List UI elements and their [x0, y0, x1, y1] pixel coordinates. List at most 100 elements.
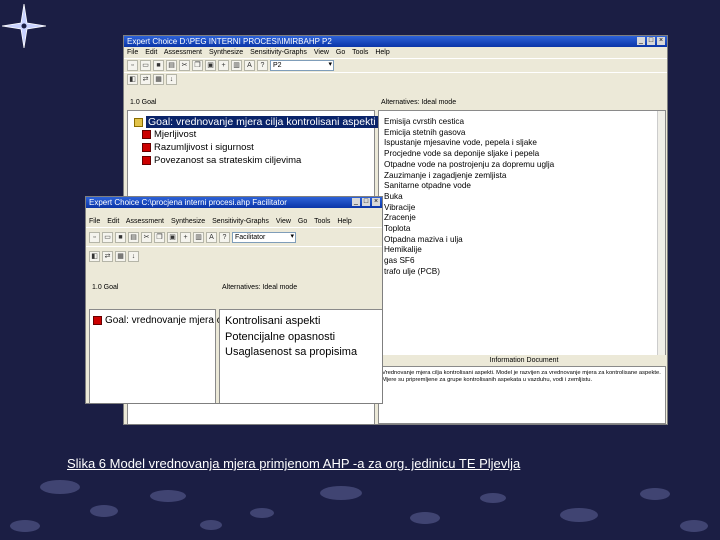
chart-icon[interactable]: ▥	[193, 231, 204, 243]
menu-item-edit[interactable]: Edit	[145, 49, 157, 56]
criterion-node-icon	[142, 143, 151, 152]
alternative-item[interactable]: Vibracije	[384, 203, 554, 214]
open-folder-icon[interactable]: ▭	[102, 231, 113, 243]
menu-bar: File Edit Assessment Synthesize Sensitiv…	[124, 47, 667, 58]
model-view-icon[interactable]: ◧	[89, 250, 100, 262]
print-icon[interactable]: ▤	[166, 60, 177, 71]
tree-item[interactable]: Mjerljivost	[142, 129, 196, 140]
menu-item-help[interactable]: Help	[375, 49, 389, 56]
toolbar-secondary: ◧ ⇄ ▦ ↓	[86, 246, 382, 265]
figure-caption: Slika 6 Model vrednovanja mjera primjeno…	[67, 456, 521, 471]
copy-icon[interactable]: ❐	[154, 231, 165, 243]
cut-icon[interactable]: ✂	[141, 231, 152, 243]
alternative-item[interactable]: Hemikalije	[384, 245, 554, 256]
alternative-item[interactable]: Otpadna maziva i ulja	[384, 235, 554, 246]
paste-icon[interactable]: ▣	[167, 231, 178, 243]
menu-item-synthesize[interactable]: Synthesize	[171, 218, 205, 225]
goal-node-icon	[134, 117, 143, 127]
menu-item-edit[interactable]: Edit	[107, 218, 119, 225]
alternatives-list: Emisija cvrstih cestica Emicija stetnih g…	[378, 110, 666, 356]
menu-item-file[interactable]: File	[89, 218, 100, 225]
save-icon[interactable]: ■	[153, 60, 164, 71]
alternative-item[interactable]: Ispustanje mjesavine vode, pepela i slja…	[384, 138, 554, 149]
menu-item-view[interactable]: View	[314, 49, 329, 56]
add-node-icon[interactable]: +	[218, 60, 229, 71]
maximize-button[interactable]: □	[647, 37, 655, 45]
goal-pane-header: 1.0 Goal	[89, 281, 217, 295]
participant-combo[interactable]: Facilitator	[232, 231, 296, 243]
paste-icon[interactable]: ▣	[205, 60, 216, 71]
alternative-item[interactable]: Emicija stetnih gasova	[384, 128, 554, 139]
window-title: Expert Choice C:\procjena interni proces…	[86, 197, 382, 208]
tree-item[interactable]: Povezanost sa strateskim ciljevima	[142, 155, 301, 166]
font-icon[interactable]: A	[206, 231, 217, 243]
alternative-item[interactable]: Emisija cvrstih cestica	[384, 117, 554, 128]
alternative-item[interactable]: Buka	[384, 192, 554, 203]
alternative-item[interactable]: trafo ulje (PCB)	[384, 267, 554, 278]
chart-icon[interactable]: ▥	[231, 60, 242, 71]
alternative-item[interactable]: Zauzimanje i zagadjenje zemljista	[384, 171, 554, 182]
arrow-down-icon[interactable]: ↓	[166, 74, 177, 85]
cut-icon[interactable]: ✂	[179, 60, 190, 71]
info-pane-header: Information Document	[378, 355, 667, 366]
help-icon[interactable]: ?	[219, 231, 230, 243]
scrollbar[interactable]	[657, 111, 665, 355]
toolbar-secondary: ◧ ⇄ ▦ ↓	[124, 72, 667, 86]
minimize-button[interactable]: _	[352, 198, 360, 206]
menu-item-go[interactable]: Go	[336, 49, 345, 56]
grid-icon[interactable]: ▦	[115, 250, 126, 262]
model-view-icon[interactable]: ◧	[127, 74, 138, 85]
minimize-button[interactable]: _	[637, 37, 645, 45]
alternative-item[interactable]: Sanitarne otpadne vode	[384, 181, 554, 192]
hierarchy-tree: Goal: vrednovanje mjera cilja kontrolisa…	[89, 309, 322, 403]
alternative-item[interactable]: Potencijalne opasnosti	[225, 330, 357, 346]
font-icon[interactable]: A	[244, 60, 255, 71]
alternative-item[interactable]: Kontrolisani aspekti	[225, 314, 357, 330]
pairwise-icon[interactable]: ⇄	[140, 74, 151, 85]
help-icon[interactable]: ?	[257, 60, 268, 71]
arrow-down-icon[interactable]: ↓	[128, 250, 139, 262]
window-title: Expert Choice D:\PEG INTERNI PROCESI\IMI…	[124, 36, 667, 47]
pairwise-icon[interactable]: ⇄	[102, 250, 113, 262]
menu-item-tools[interactable]: Tools	[352, 49, 368, 56]
tree-item[interactable]: Razumljivost i sigurnost	[142, 142, 254, 153]
menu-item-assessment[interactable]: Assessment	[164, 49, 202, 56]
alternative-item[interactable]: Toplota	[384, 224, 554, 235]
maximize-button[interactable]: □	[362, 198, 370, 206]
new-file-icon[interactable]: ▫	[89, 231, 100, 243]
alternatives-pane-header: Alternatives: Ideal mode	[378, 96, 667, 110]
open-folder-icon[interactable]: ▭	[140, 60, 151, 71]
alternative-item[interactable]: Zracenje	[384, 213, 554, 224]
copy-icon[interactable]: ❐	[192, 60, 203, 71]
menu-item-view[interactable]: View	[276, 218, 291, 225]
alternative-item[interactable]: Usaglasenost sa propisima	[225, 345, 357, 361]
close-button[interactable]: ×	[657, 37, 665, 45]
menu-item-go[interactable]: Go	[298, 218, 307, 225]
close-button[interactable]: ×	[372, 198, 380, 206]
participant-combo[interactable]: P2	[270, 60, 334, 71]
alternatives-list: Kontrolisani aspekti Potencijalne opasnos…	[219, 309, 382, 403]
alternative-item[interactable]: Procjedne vode sa deponije sljake i pepe…	[384, 149, 554, 160]
tree-goal[interactable]: Goal: vrednovanje mjera cilja kontrolisa…	[134, 116, 378, 128]
menu-item-synthesize[interactable]: Synthesize	[209, 49, 243, 56]
menu-item-tools[interactable]: Tools	[314, 218, 330, 225]
new-file-icon[interactable]: ▫	[127, 60, 138, 71]
menu-item-assessment[interactable]: Assessment	[126, 218, 164, 225]
menu-item-file[interactable]: File	[127, 49, 138, 56]
save-icon[interactable]: ■	[115, 231, 126, 243]
alternative-item[interactable]: gas SF6	[384, 256, 554, 267]
toolbar: ▫ ▭ ■ ▤ ✂ ❐ ▣ + ▥ A ? Facilitator	[86, 227, 382, 246]
alternatives-pane-header: Alternatives: Ideal mode	[219, 281, 382, 295]
menu-item-help[interactable]: Help	[337, 218, 351, 225]
grid-icon[interactable]: ▦	[153, 74, 164, 85]
alternative-item[interactable]: Otpadne vode na postrojenju za dopremu u…	[384, 160, 554, 171]
menu-item-sensitivity[interactable]: Sensitivity-Graphs	[250, 49, 307, 56]
criterion-node-icon	[142, 130, 151, 139]
menu-item-sensitivity[interactable]: Sensitivity-Graphs	[212, 218, 269, 225]
menu-bar: File Edit Assessment Synthesize Sensitiv…	[86, 216, 382, 227]
print-icon[interactable]: ▤	[128, 231, 139, 243]
goal-pane-header: 1.0 Goal	[127, 96, 376, 110]
add-node-icon[interactable]: +	[180, 231, 191, 243]
criterion-node-icon	[142, 156, 151, 165]
goal-node-icon	[93, 316, 102, 325]
